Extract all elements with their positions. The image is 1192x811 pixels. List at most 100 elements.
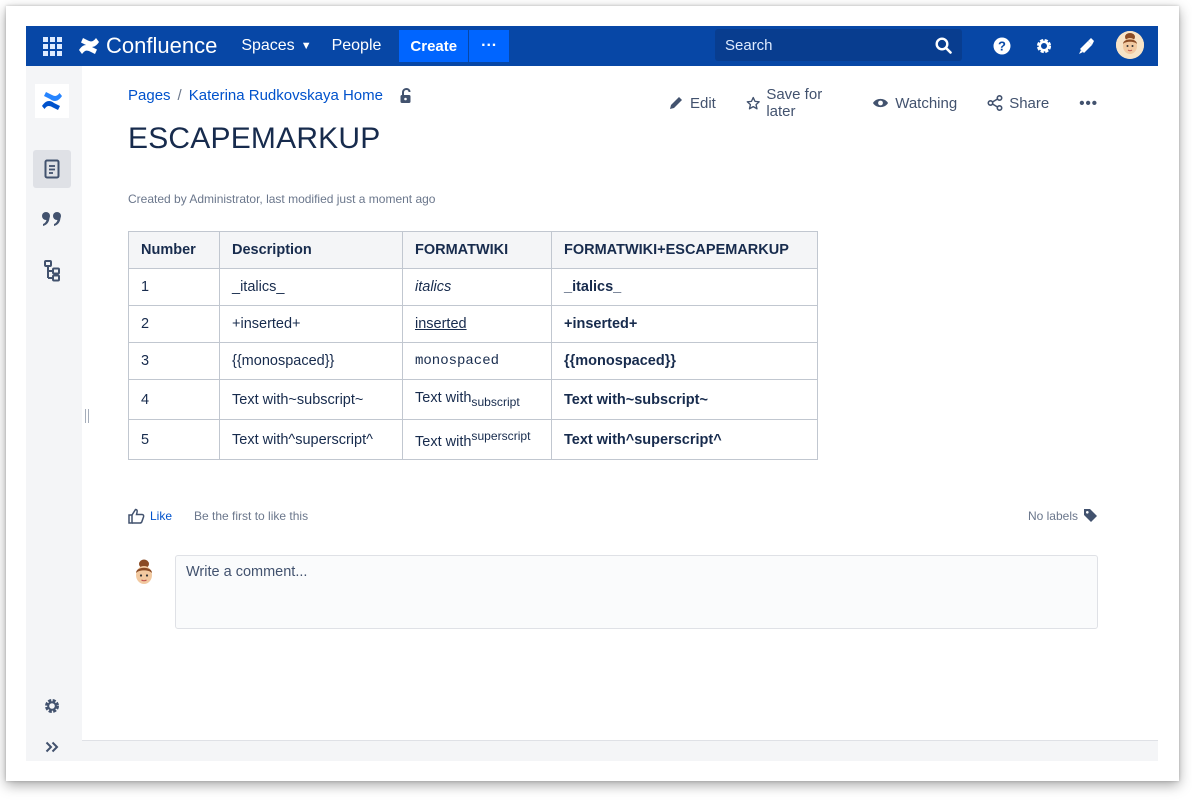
- space-logo-icon: [35, 84, 69, 118]
- edit-label: Edit: [690, 94, 716, 112]
- superscript-base-text: Text with: [415, 433, 472, 450]
- create-button[interactable]: Create: [399, 30, 470, 62]
- cell-number: 5: [128, 419, 220, 460]
- cell-description: Text with^superscript^: [219, 419, 403, 460]
- like-summary: Be the first to like this: [194, 509, 309, 523]
- commenter-avatar: [128, 558, 160, 590]
- thumbs-up-icon: [128, 508, 145, 524]
- labels-text: No labels: [1027, 508, 1078, 523]
- svg-text:?: ?: [998, 39, 1006, 54]
- sidebar-resize-handle[interactable]: [84, 408, 90, 424]
- cell-number: 3: [128, 342, 220, 380]
- chevron-down-icon: ▼: [300, 40, 312, 52]
- share-button[interactable]: Share: [987, 95, 1049, 112]
- save-for-later-label: Save for later: [766, 86, 823, 120]
- confluence-app: Confluence Spaces ▼ People Create ··· ?: [26, 26, 1158, 761]
- hierarchy-icon: [44, 260, 60, 282]
- cell-formatwiki: italics: [402, 268, 552, 306]
- page-title: ESCAPEMARKUP: [128, 122, 381, 155]
- edit-button[interactable]: Edit: [668, 95, 716, 112]
- table-row: 1 _italics_ italics _italics_: [128, 268, 818, 306]
- help-button[interactable]: ?: [981, 26, 1023, 66]
- cell-formatwiki: inserted: [402, 305, 552, 343]
- breadcrumb-parent-link[interactable]: Katerina Rudkovskaya Home: [189, 87, 383, 104]
- star-icon: [746, 96, 760, 109]
- cell-description: _italics_: [219, 268, 403, 306]
- superscript-text: superscript: [471, 429, 531, 444]
- sidebar-settings-button[interactable]: [33, 687, 71, 725]
- table-header: FORMATWIKI: [402, 231, 552, 269]
- avatar-icon: [128, 558, 160, 590]
- pencil-icon: [670, 97, 682, 109]
- cell-escaped: Text with~subscript~: [551, 379, 818, 420]
- cell-description: Text with~subscript~: [219, 379, 403, 420]
- sidebar-blog-button[interactable]: [33, 200, 71, 238]
- cell-description: {{monospaced}}: [219, 342, 403, 380]
- inserted-text: inserted: [415, 316, 467, 332]
- cell-number: 4: [128, 379, 220, 420]
- unlock-icon[interactable]: [399, 87, 413, 104]
- labels-area[interactable]: No labels: [1028, 508, 1098, 523]
- more-actions-button[interactable]: •••: [1079, 95, 1098, 112]
- gear-icon: [1036, 38, 1052, 54]
- settings-button[interactable]: [1023, 26, 1065, 66]
- sidebar-hierarchy-button[interactable]: [33, 252, 71, 290]
- app-switcher-button[interactable]: [26, 26, 78, 66]
- share-icon: [987, 95, 1003, 111]
- comment-input[interactable]: Write a comment...: [175, 555, 1098, 629]
- cell-number: 2: [128, 305, 220, 343]
- double-chevron-right-icon: [45, 741, 59, 753]
- cell-escaped: Text with^superscript^: [551, 419, 818, 460]
- markup-table: Number Description FORMATWIKI FORMATWIKI…: [128, 231, 818, 460]
- save-for-later-button[interactable]: Save for later: [746, 86, 842, 120]
- confluence-logo[interactable]: Confluence: [78, 33, 217, 59]
- like-label: Like: [150, 509, 173, 523]
- cell-number: 1: [128, 268, 220, 306]
- nav-icon-group: ?: [981, 26, 1107, 66]
- share-label: Share: [1009, 94, 1050, 112]
- megaphone-icon: [1079, 38, 1094, 54]
- watching-label: Watching: [895, 94, 958, 112]
- space-logo-button[interactable]: [33, 82, 71, 120]
- space-sidebar: [26, 66, 82, 761]
- quote-icon: [42, 212, 61, 226]
- table-header: Number: [128, 231, 220, 269]
- spaces-label: Spaces: [241, 37, 295, 54]
- search-input[interactable]: [725, 36, 935, 54]
- cell-formatwiki: monospaced: [402, 342, 552, 380]
- breadcrumb: Pages / Katerina Rudkovskaya Home: [128, 87, 413, 104]
- breadcrumb-separator: /: [177, 87, 182, 104]
- table-row: 4 Text with~subscript~ Text withsubscrip…: [128, 379, 818, 420]
- search-icon[interactable]: [935, 36, 952, 54]
- avatar-icon: [1116, 31, 1144, 59]
- sidebar-expand-button[interactable]: [33, 728, 71, 761]
- help-icon: ?: [993, 37, 1011, 55]
- table-header-row: Number Description FORMATWIKI FORMATWIKI…: [128, 231, 818, 269]
- sidebar-pages-button[interactable]: [33, 150, 71, 188]
- notifications-button[interactable]: [1065, 26, 1107, 66]
- drag-handle-icon: [85, 409, 89, 423]
- top-navigation: Confluence Spaces ▼ People Create ··· ?: [26, 26, 1158, 66]
- people-link[interactable]: People: [322, 26, 392, 66]
- spaces-menu[interactable]: Spaces ▼: [231, 26, 321, 66]
- breadcrumb-pages-link[interactable]: Pages: [128, 87, 171, 104]
- create-more-button[interactable]: ···: [469, 30, 510, 62]
- watching-button[interactable]: Watching: [872, 95, 957, 112]
- tag-icon[interactable]: [1083, 508, 1098, 523]
- cell-escaped: _italics_: [551, 268, 818, 306]
- search-box[interactable]: [715, 29, 962, 61]
- like-button[interactable]: Like: [128, 508, 172, 524]
- page-actions: Edit Save for later Watching Share •••: [668, 86, 1128, 120]
- cell-formatwiki: Text withsubscript: [402, 379, 552, 420]
- people-label: People: [331, 37, 382, 54]
- cell-description: +inserted+: [219, 305, 403, 343]
- page-byline: Created by Administrator, last modified …: [128, 192, 436, 206]
- subscript-base-text: Text with: [415, 390, 472, 407]
- app-grid-icon: [42, 36, 62, 56]
- confluence-logo-icon: [79, 38, 99, 54]
- table-row: 5 Text with^superscript^ Text withsupers…: [128, 419, 818, 460]
- user-avatar[interactable]: [1116, 31, 1144, 59]
- cell-formatwiki: Text withsuperscript: [402, 419, 552, 460]
- table-row: 3 {{monospaced}} monospaced {{monospaced…: [128, 342, 818, 380]
- screenshot-frame: Confluence Spaces ▼ People Create ··· ?: [6, 6, 1179, 781]
